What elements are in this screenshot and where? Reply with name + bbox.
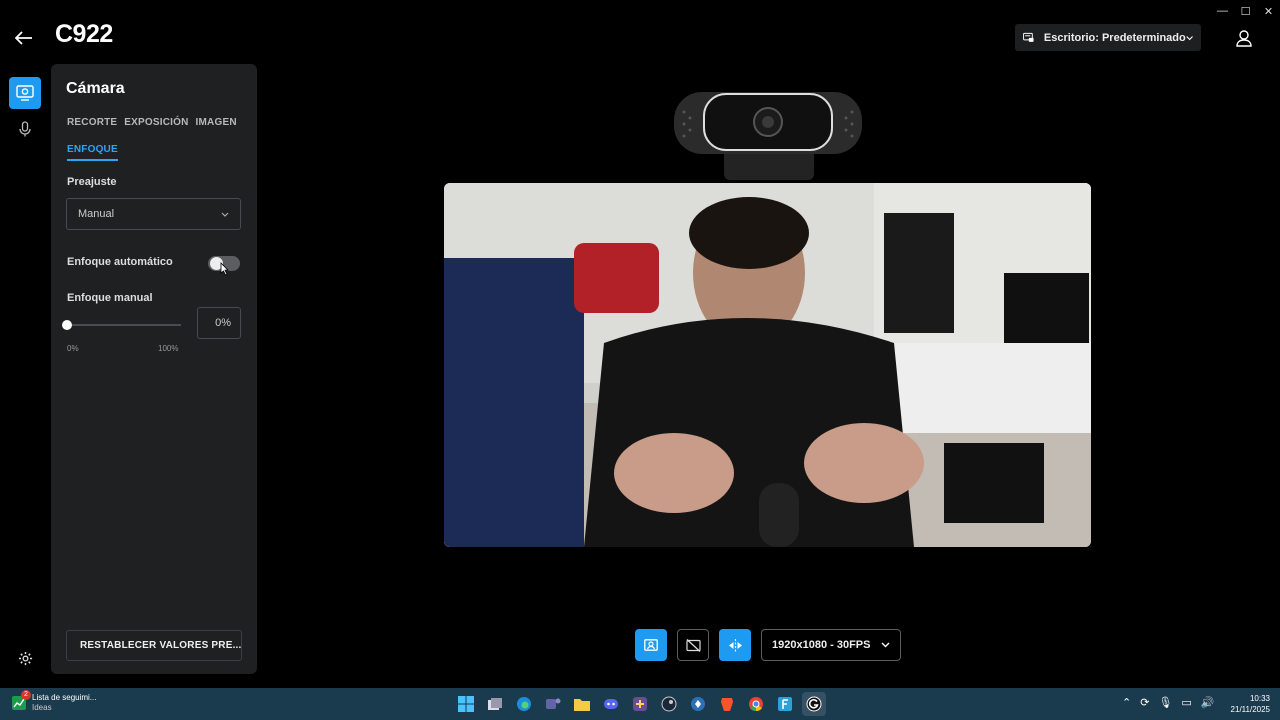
steam-icon (661, 696, 677, 712)
webcam-illustration (674, 92, 862, 180)
window-controls: — ☐ ✕ (1211, 0, 1280, 22)
preset-select[interactable]: Manual (66, 198, 241, 230)
system-tray: ⌃ ⟳ 🎙 ▭ 🔊 (1122, 696, 1215, 709)
resolution-value: 1920x1080 - 30FPS (772, 639, 871, 651)
clock-time: 10:33 (1249, 694, 1270, 703)
preview-image (444, 183, 1091, 547)
folder-icon (574, 699, 590, 711)
manual-focus-label: Enfoque manual (67, 292, 153, 304)
brave-browser-button[interactable] (715, 692, 739, 716)
preset-value: Manual (78, 208, 115, 220)
microphone-icon (19, 121, 31, 137)
file-explorer-button[interactable] (570, 692, 594, 716)
tab-recorte[interactable]: RECORTE (67, 117, 117, 128)
watchlist-widget[interactable]: 2 Lista de seguimi... Ideas (12, 690, 97, 713)
task-view-button[interactable] (483, 692, 507, 716)
notification-badge: 2 (21, 690, 31, 700)
taskbar: 2 Lista de seguimi... Ideas ⌃ ⟳ 🎙 ▭ 🔊 10… (0, 688, 1280, 720)
discord-icon (604, 699, 618, 709)
slider-max-label: 100% (158, 344, 179, 353)
profile-select[interactable]: Escritorio: Predeterminado (1015, 24, 1201, 51)
chrome-button[interactable] (744, 692, 768, 716)
account-button[interactable] (1233, 27, 1255, 49)
game-icon (633, 697, 647, 711)
app-settings-button[interactable] (13, 646, 37, 670)
microphone-icon[interactable]: 🎙 (1158, 696, 1172, 709)
tab-enfoque[interactable]: ENFOQUE (67, 144, 118, 161)
clock-date: 21/11/2025 (1230, 705, 1270, 714)
user-icon (1236, 29, 1252, 47)
back-button[interactable] (12, 26, 36, 50)
editor-app-button[interactable] (773, 692, 797, 716)
chevron-down-icon (1186, 35, 1193, 40)
taskbar-apps (454, 692, 826, 716)
reset-defaults-button[interactable]: RESTABLECER VALORES PRE... (66, 630, 242, 661)
teams-button[interactable] (541, 692, 565, 716)
logitech-g-icon (806, 696, 822, 712)
tab-imagen[interactable]: IMAGEN (196, 117, 237, 128)
gear-icon (18, 651, 32, 665)
edge-browser-button[interactable] (512, 692, 536, 716)
mouse-pointer-icon (220, 262, 229, 276)
camera-off-icon (685, 638, 701, 652)
discord-button[interactable] (599, 692, 623, 716)
camera-settings-button[interactable] (9, 77, 41, 109)
edge-icon (517, 697, 531, 711)
minimize-button[interactable]: — (1211, 0, 1234, 22)
manual-focus-value-input[interactable]: 0% (197, 307, 241, 339)
camera-view-icon (644, 639, 658, 651)
chrome-icon (749, 697, 763, 712)
close-button[interactable]: ✕ (1257, 0, 1280, 22)
clock[interactable]: 10:33 21/11/2025 (1226, 693, 1270, 715)
camera-off-button[interactable] (677, 629, 709, 661)
tab-exposicion[interactable]: EXPOSICIÓN (124, 117, 188, 128)
teams-icon (546, 698, 561, 709)
windows-logo-icon (458, 696, 474, 712)
sync-icon[interactable]: ⟳ (1140, 696, 1149, 709)
widget-title: Lista de seguimi... (32, 693, 97, 702)
brave-icon (721, 698, 733, 711)
start-button[interactable] (454, 692, 478, 716)
settings-tabs: RECORTE EXPOSICIÓN IMAGEN ENFOQUE (67, 117, 247, 177)
task-view-icon (488, 698, 502, 710)
microphone-settings-button[interactable] (13, 117, 37, 141)
mirror-button[interactable] (719, 629, 751, 661)
widget-subtitle: Ideas (32, 703, 52, 712)
volume-icon[interactable]: 🔊 (1201, 696, 1215, 709)
steam-button[interactable] (657, 692, 681, 716)
desktop-profile-icon (1023, 32, 1034, 42)
preset-label: Preajuste (67, 176, 117, 188)
chevron-down-icon (881, 642, 890, 648)
camera-view-button[interactable] (635, 629, 667, 661)
display-icon[interactable]: ▭ (1181, 696, 1191, 709)
chevron-up-icon[interactable]: ⌃ (1122, 696, 1131, 709)
maximize-button[interactable]: ☐ (1234, 0, 1257, 22)
camera-icon (16, 85, 34, 101)
editor-app-icon (778, 697, 792, 711)
camera-preview (444, 183, 1091, 547)
resolution-select[interactable]: 1920x1080 - 30FPS (761, 629, 901, 661)
manual-focus-slider-track[interactable] (67, 324, 181, 326)
app-button[interactable] (686, 692, 710, 716)
chevron-down-icon (221, 212, 229, 217)
flip-horizontal-icon (728, 638, 742, 652)
camera-settings-panel: Cámara RECORTE EXPOSICIÓN IMAGEN ENFOQUE… (51, 64, 257, 674)
page-title: C922 (55, 20, 113, 48)
game-app-button[interactable] (628, 692, 652, 716)
logitech-ghub-button[interactable] (802, 692, 826, 716)
manual-focus-slider-handle[interactable] (62, 320, 72, 330)
app-icon (691, 697, 705, 711)
profile-select-label: Escritorio: Predeterminado (1043, 31, 1186, 44)
slider-min-label: 0% (67, 344, 79, 353)
autofocus-label: Enfoque automático (67, 256, 173, 268)
arrow-left-icon (15, 31, 32, 45)
panel-title: Cámara (66, 80, 125, 97)
